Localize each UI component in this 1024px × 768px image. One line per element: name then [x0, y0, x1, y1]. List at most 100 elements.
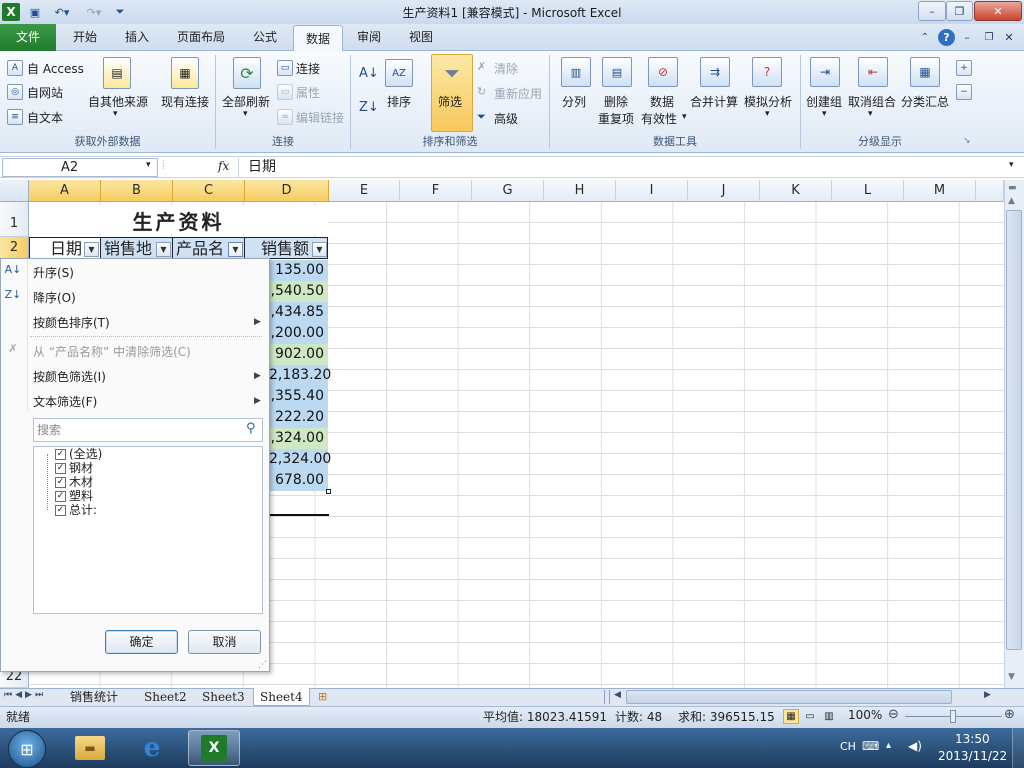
advanced-button[interactable]: 高级: [494, 110, 518, 127]
zoom-slider-thumb[interactable]: [950, 710, 956, 723]
start-button-icon[interactable]: ⊞: [8, 730, 46, 768]
taskbar-explorer[interactable]: ▬: [64, 730, 116, 766]
restore-button[interactable]: ❐: [946, 1, 973, 21]
zoom-out-icon[interactable]: ⊖: [888, 707, 899, 722]
consolidate-button[interactable]: 合并计算: [690, 93, 738, 110]
sales-value-cell[interactable]: ,200.00: [269, 323, 328, 344]
what-if-analysis-button[interactable]: 模拟分析: [744, 93, 792, 110]
fill-handle[interactable]: [326, 489, 331, 494]
sheet-nav-arrows-icon[interactable]: ⏮◀▶⏭: [4, 690, 46, 700]
sales-value-cell[interactable]: ,434.85: [269, 302, 328, 323]
column-header-j[interactable]: J: [688, 180, 760, 202]
page-break-view-icon[interactable]: ▥: [821, 709, 837, 724]
sales-value-cell[interactable]: 2,183.20: [269, 365, 331, 386]
tab-insert[interactable]: 插入: [112, 24, 162, 51]
sales-value-cell[interactable]: 222.20: [269, 407, 328, 428]
tab-review[interactable]: 审阅: [346, 24, 392, 51]
column-header-n[interactable]: [976, 180, 1004, 202]
reapply-button[interactable]: 重新应用: [494, 85, 542, 102]
dialog-launcher-icon[interactable]: ↘: [963, 136, 971, 146]
sort-ascending-item[interactable]: 升序(S): [33, 264, 74, 281]
checkbox-checked-icon[interactable]: ✓: [55, 476, 66, 488]
sort-z-a-icon[interactable]: Z↓: [359, 100, 379, 115]
show-detail-icon[interactable]: +: [956, 60, 972, 76]
ungroup-button[interactable]: 取消组合: [848, 93, 896, 110]
filter-search-input[interactable]: 搜索: [33, 418, 263, 442]
from-text-button[interactable]: 自文本: [27, 109, 63, 126]
close-button[interactable]: ✕: [974, 1, 1022, 21]
clear-filter-item[interactable]: 从 “产品名称” 中清除筛选(C): [33, 343, 191, 360]
workbook-minimize-icon[interactable]: –: [960, 30, 974, 44]
scroll-down-icon[interactable]: ▼: [1008, 672, 1015, 682]
column-header-b[interactable]: B: [101, 180, 173, 202]
workbook-restore-icon[interactable]: ❐: [982, 30, 996, 44]
formula-bar-resize-icon[interactable]: ⦙: [162, 158, 165, 173]
show-hidden-icons-icon[interactable]: ▴: [886, 740, 891, 751]
column-header-f[interactable]: F: [400, 180, 472, 202]
remove-duplicates-line2[interactable]: 重复项: [598, 110, 634, 127]
insert-sheet-icon[interactable]: ⊞: [318, 690, 327, 703]
checkbox-checked-icon[interactable]: ✓: [55, 490, 66, 502]
filter-dropdown-sales[interactable]: ▼: [312, 242, 327, 257]
taskbar-ie[interactable]: e: [126, 730, 178, 766]
volume-icon[interactable]: ◀): [908, 739, 922, 753]
group-button[interactable]: 创建组: [806, 93, 842, 110]
sales-value-cell[interactable]: 135.00: [269, 260, 328, 281]
insert-function-icon[interactable]: fx: [218, 159, 229, 173]
column-header-i[interactable]: I: [616, 180, 688, 202]
help-icon[interactable]: ?: [938, 29, 955, 46]
zoom-level[interactable]: 100%: [848, 708, 882, 722]
existing-connections-button[interactable]: 现有连接: [161, 93, 209, 110]
text-filters-item[interactable]: 文本筛选(F): [33, 393, 97, 410]
split-box-icon[interactable]: ▬: [1008, 183, 1017, 193]
ok-button[interactable]: 确定: [105, 630, 178, 654]
row-header-2[interactable]: 2: [0, 237, 29, 259]
subtotal-button[interactable]: 分类汇总: [901, 93, 949, 110]
column-header-e[interactable]: E: [329, 180, 400, 202]
horizontal-scroll-thumb[interactable]: [626, 690, 952, 704]
sales-value-cell[interactable]: 2,324.00: [269, 449, 331, 470]
sheet-tab-sheet3[interactable]: Sheet3: [196, 688, 251, 706]
sales-value-cell[interactable]: 678.00: [269, 470, 328, 491]
connections-button[interactable]: 连接: [296, 60, 320, 77]
column-header-h[interactable]: H: [544, 180, 616, 202]
sort-button[interactable]: 排序: [387, 93, 411, 110]
from-other-sources-button[interactable]: 自其他来源: [88, 93, 148, 110]
properties-button[interactable]: 属性: [296, 84, 320, 101]
checkbox-checked-icon[interactable]: ✓: [55, 504, 66, 516]
filter-dropdown-product[interactable]: ▼: [228, 242, 243, 257]
hide-detail-icon[interactable]: −: [956, 84, 972, 100]
sort-descending-item[interactable]: 降序(O): [33, 289, 76, 306]
clear-button[interactable]: 清除: [494, 60, 518, 77]
edit-links-button[interactable]: 编辑链接: [296, 109, 344, 126]
sheet-tab-sheet4[interactable]: Sheet4: [253, 688, 310, 706]
filter-item-total[interactable]: ✓ 总计:: [55, 503, 97, 517]
collapse-ribbon-icon[interactable]: ⌃: [918, 30, 932, 44]
clock-time[interactable]: 13:50: [955, 732, 990, 746]
sales-value-cell[interactable]: ,324.00: [269, 428, 328, 449]
filter-item-plastic[interactable]: ✓ 塑料: [55, 489, 93, 503]
scroll-right-icon[interactable]: ▶: [984, 690, 991, 700]
column-header-d[interactable]: D: [245, 180, 329, 202]
select-all-corner[interactable]: [0, 180, 29, 202]
tab-view[interactable]: 视图: [396, 24, 446, 51]
filter-dropdown-date[interactable]: ▼: [84, 242, 99, 257]
column-header-l[interactable]: L: [832, 180, 904, 202]
text-to-columns-button[interactable]: 分列: [562, 93, 586, 110]
sales-value-cell[interactable]: ,540.50: [269, 281, 328, 302]
scroll-up-icon[interactable]: ▲: [1008, 196, 1015, 206]
sales-value-cell[interactable]: ,355.40: [269, 386, 328, 407]
page-layout-view-icon[interactable]: ▭: [802, 709, 818, 724]
expand-formula-bar-icon[interactable]: ▾: [1009, 160, 1014, 170]
filter-by-color-item[interactable]: 按颜色筛选(I): [33, 368, 106, 385]
filter-item-wood[interactable]: ✓ 木材: [55, 475, 93, 489]
clock-date[interactable]: 2013/11/22: [938, 749, 1007, 763]
resize-grip-icon[interactable]: ⋰: [258, 660, 267, 670]
normal-view-icon[interactable]: ▦: [783, 709, 799, 724]
row-header-1[interactable]: 1: [0, 202, 29, 237]
checkbox-checked-icon[interactable]: ✓: [55, 462, 66, 474]
filter-item-steel[interactable]: ✓ 钢材: [55, 461, 93, 475]
minimize-button[interactable]: –: [918, 1, 946, 21]
refresh-all-button[interactable]: 全部刷新: [222, 93, 270, 110]
tab-home[interactable]: 开始: [60, 24, 110, 51]
